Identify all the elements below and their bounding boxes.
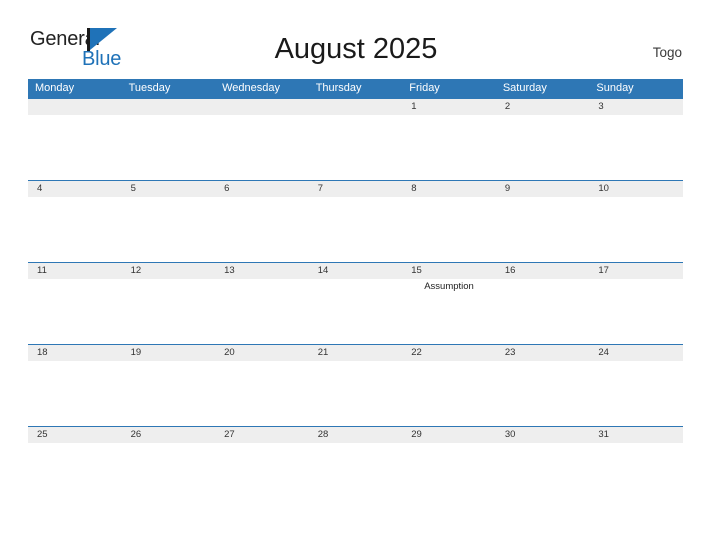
day-number[interactable]: 25	[28, 427, 122, 443]
week-body-row	[28, 443, 683, 510]
day-cell[interactable]	[122, 443, 216, 510]
weekday-header-row: Monday Tuesday Wednesday Thursday Friday…	[28, 79, 683, 98]
week-date-band: 11 12 13 14 15 16 17	[28, 262, 683, 279]
weekday-saturday: Saturday	[502, 82, 547, 94]
weekday-tuesday: Tuesday	[128, 82, 171, 94]
week-date-band: 25 26 27 28 29 30 31	[28, 426, 683, 443]
day-number[interactable]: 10	[589, 181, 683, 197]
day-number[interactable]: 6	[215, 181, 309, 197]
page-header: General Blue August 2025 Togo	[0, 0, 712, 80]
day-cell[interactable]	[402, 197, 496, 262]
day-number[interactable]	[122, 99, 216, 115]
week-date-band: 18 19 20 21 22 23 24	[28, 344, 683, 361]
day-cell[interactable]	[122, 197, 216, 262]
day-number[interactable]: 2	[496, 99, 590, 115]
day-number[interactable]	[309, 99, 403, 115]
day-number[interactable]: 14	[309, 263, 403, 279]
calendar-week-row: 25 26 27 28 29 30 31	[28, 426, 683, 510]
day-cell[interactable]	[28, 279, 122, 344]
day-cell[interactable]	[402, 443, 496, 510]
day-number[interactable]: 20	[215, 345, 309, 361]
day-cell[interactable]	[122, 279, 216, 344]
day-cell[interactable]	[215, 361, 309, 426]
day-number[interactable]: 1	[402, 99, 496, 115]
week-body-row	[28, 197, 683, 262]
week-body-row: Assumption	[28, 279, 683, 344]
day-number[interactable]: 22	[402, 345, 496, 361]
day-number[interactable]: 11	[28, 263, 122, 279]
page-title: August 2025	[274, 33, 438, 65]
day-cell[interactable]	[496, 361, 590, 426]
day-number[interactable]: 27	[215, 427, 309, 443]
day-cell[interactable]	[496, 197, 590, 262]
weekday-thursday: Thursday	[315, 82, 362, 94]
day-cell[interactable]	[309, 197, 403, 262]
day-cell[interactable]	[496, 115, 590, 180]
day-cell[interactable]	[589, 115, 683, 180]
day-number[interactable]: 29	[402, 427, 496, 443]
day-number[interactable]: 19	[122, 345, 216, 361]
day-cell[interactable]: Assumption	[402, 279, 496, 344]
day-cell[interactable]	[309, 115, 403, 180]
week-body-row	[28, 115, 683, 180]
day-number[interactable]: 24	[589, 345, 683, 361]
week-date-band: 1 2 3	[28, 98, 683, 115]
day-cell[interactable]	[309, 443, 403, 510]
day-cell[interactable]	[28, 361, 122, 426]
day-number[interactable]: 18	[28, 345, 122, 361]
day-cell[interactable]	[589, 279, 683, 344]
day-cell[interactable]	[122, 115, 216, 180]
day-number[interactable]: 31	[589, 427, 683, 443]
day-number[interactable]: 9	[496, 181, 590, 197]
day-number[interactable]: 13	[215, 263, 309, 279]
day-cell[interactable]	[496, 443, 590, 510]
day-cell[interactable]	[215, 279, 309, 344]
calendar-week-row: 1 2 3	[28, 98, 683, 180]
calendar-week-row: 11 12 13 14 15 16 17 Assumption	[28, 262, 683, 344]
day-number[interactable]: 8	[402, 181, 496, 197]
day-cell[interactable]	[28, 443, 122, 510]
day-cell[interactable]	[28, 115, 122, 180]
day-number[interactable]: 23	[496, 345, 590, 361]
day-number[interactable]: 30	[496, 427, 590, 443]
country-label: Togo	[652, 45, 682, 60]
day-cell[interactable]	[496, 279, 590, 344]
day-cell[interactable]	[309, 361, 403, 426]
calendar-grid: Monday Tuesday Wednesday Thursday Friday…	[28, 79, 683, 510]
day-event: Assumption	[424, 281, 474, 292]
day-cell[interactable]	[215, 443, 309, 510]
day-cell[interactable]	[589, 443, 683, 510]
day-number[interactable]: 12	[122, 263, 216, 279]
day-number[interactable]: 17	[589, 263, 683, 279]
day-number[interactable]: 26	[122, 427, 216, 443]
day-number[interactable]: 21	[309, 345, 403, 361]
day-number[interactable]	[215, 99, 309, 115]
weekday-monday: Monday	[35, 82, 75, 94]
day-number[interactable]: 28	[309, 427, 403, 443]
day-cell[interactable]	[122, 361, 216, 426]
week-date-band: 4 5 6 7 8 9 10	[28, 180, 683, 197]
day-number[interactable]: 3	[589, 99, 683, 115]
day-number[interactable]: 15	[402, 263, 496, 279]
calendar-week-row: 4 5 6 7 8 9 10	[28, 180, 683, 262]
day-cell[interactable]	[215, 197, 309, 262]
day-number[interactable]: 4	[28, 181, 122, 197]
day-cell[interactable]	[402, 115, 496, 180]
weekday-friday: Friday	[409, 82, 440, 94]
calendar-week-row: 18 19 20 21 22 23 24	[28, 344, 683, 426]
day-number[interactable]: 7	[309, 181, 403, 197]
week-body-row	[28, 361, 683, 426]
day-cell[interactable]	[309, 279, 403, 344]
day-cell[interactable]	[402, 361, 496, 426]
weekday-sunday: Sunday	[596, 82, 634, 94]
day-cell[interactable]	[28, 197, 122, 262]
day-number[interactable]: 16	[496, 263, 590, 279]
day-number[interactable]: 5	[122, 181, 216, 197]
weekday-wednesday: Wednesday	[222, 82, 281, 94]
day-cell[interactable]	[589, 197, 683, 262]
day-cell[interactable]	[215, 115, 309, 180]
day-cell[interactable]	[589, 361, 683, 426]
day-number[interactable]	[28, 99, 122, 115]
